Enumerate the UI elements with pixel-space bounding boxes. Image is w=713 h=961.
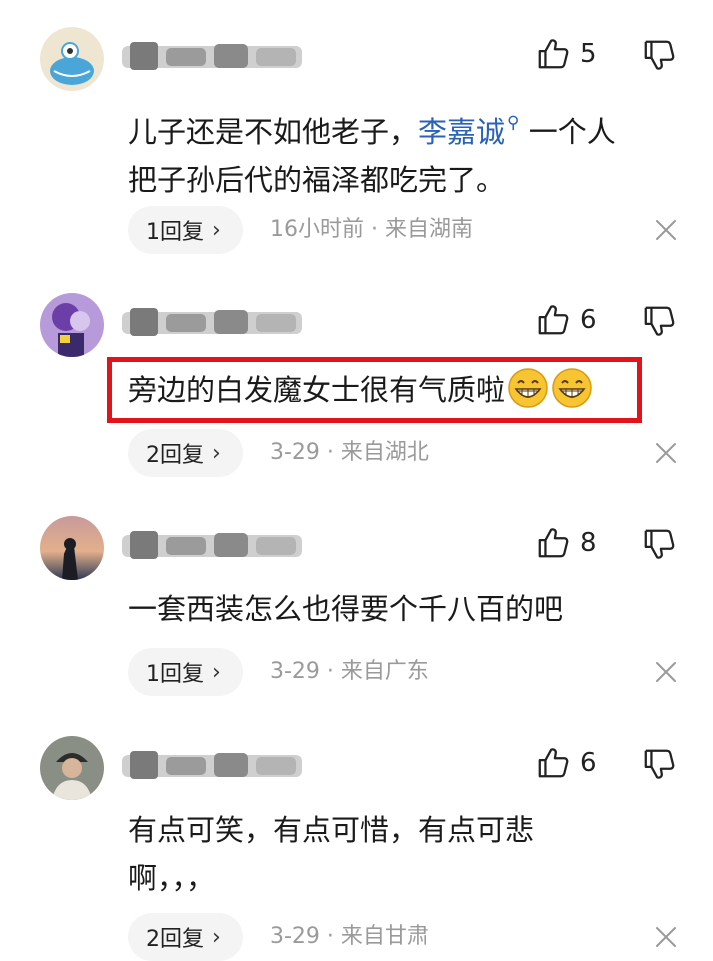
comment-text-part: 儿子还是不如他老子， — [128, 115, 419, 149]
thumbs-up-icon — [536, 303, 570, 337]
chevron-right-icon: › — [212, 440, 221, 466]
close-icon — [654, 218, 678, 242]
reply-count-button[interactable]: 2回复 › — [128, 913, 243, 961]
dislike-button[interactable] — [642, 38, 678, 74]
avatar[interactable] — [40, 516, 104, 580]
close-button[interactable] — [654, 925, 678, 949]
comment-text: 旁边的白发魔女士很有气质啦 — [128, 366, 688, 414]
thumbs-down-icon — [642, 527, 676, 561]
like-count: 8 — [580, 528, 597, 558]
thumbs-down-icon — [642, 304, 676, 338]
like-count: 6 — [580, 305, 597, 335]
chevron-right-icon: › — [212, 217, 221, 243]
dislike-button[interactable] — [642, 747, 678, 783]
search-link[interactable]: 李嘉诚 ⚲ — [418, 113, 520, 149]
comment-text-line: 有点可笑，有点可惜，有点可悲 — [128, 813, 535, 847]
chevron-right-icon: › — [212, 924, 221, 950]
username-blurred[interactable] — [122, 525, 307, 565]
avatar[interactable] — [40, 27, 104, 91]
comment-meta: 3-29 · 来自湖北 — [270, 440, 429, 465]
dislike-button[interactable] — [642, 304, 678, 340]
username-blurred[interactable] — [122, 36, 307, 76]
avatar[interactable] — [40, 736, 104, 800]
comment-text-part: 一个人 — [528, 115, 616, 149]
thumbs-up-icon — [536, 37, 570, 71]
like-button[interactable]: 5 — [536, 36, 597, 72]
chevron-right-icon: › — [212, 659, 221, 685]
reply-count-button[interactable]: 2回复 › — [128, 429, 243, 477]
thumbs-up-icon — [536, 526, 570, 560]
close-button[interactable] — [654, 660, 678, 684]
like-count: 6 — [580, 748, 597, 778]
comment-text-line: 把子孙后代的福泽都吃完了。 — [128, 163, 506, 197]
comment-text: 一套西装怎么也得要个千八百的吧 — [128, 592, 564, 626]
like-button[interactable]: 6 — [536, 745, 597, 781]
reply-count-button[interactable]: 1回复 › — [128, 648, 243, 696]
thumbs-up-icon — [536, 746, 570, 780]
thumbs-down-icon — [642, 747, 676, 781]
username-blurred[interactable] — [122, 745, 307, 785]
thumbs-down-icon — [642, 38, 676, 72]
dislike-button[interactable] — [642, 527, 678, 563]
comment-meta: 3-29 · 来自广东 — [270, 659, 429, 684]
comment-meta: 16小时前 · 来自湖南 — [270, 217, 473, 242]
grin-emoji — [507, 367, 549, 409]
comment-text-line: 啊，，， — [128, 861, 216, 895]
reply-count-button[interactable]: 1回复 › — [128, 206, 243, 254]
like-button[interactable]: 6 — [536, 302, 597, 338]
comment-text: 儿子还是不如他老子，李嘉诚 ⚲ 一个人 把子孙后代的福泽都吃完了。 — [128, 99, 688, 204]
grin-emoji — [551, 367, 593, 409]
search-icon: ⚲ — [507, 113, 520, 133]
close-icon — [654, 660, 678, 684]
comment-meta: 3-29 · 来自甘肃 — [270, 924, 429, 949]
close-button[interactable] — [654, 218, 678, 242]
close-icon — [654, 441, 678, 465]
close-button[interactable] — [654, 441, 678, 465]
username-blurred[interactable] — [122, 302, 307, 342]
avatar[interactable] — [40, 293, 104, 357]
like-count: 5 — [580, 39, 597, 69]
comment-text: 有点可笑，有点可惜，有点可悲 啊，，， — [128, 806, 688, 902]
like-button[interactable]: 8 — [536, 525, 597, 561]
close-icon — [654, 925, 678, 949]
